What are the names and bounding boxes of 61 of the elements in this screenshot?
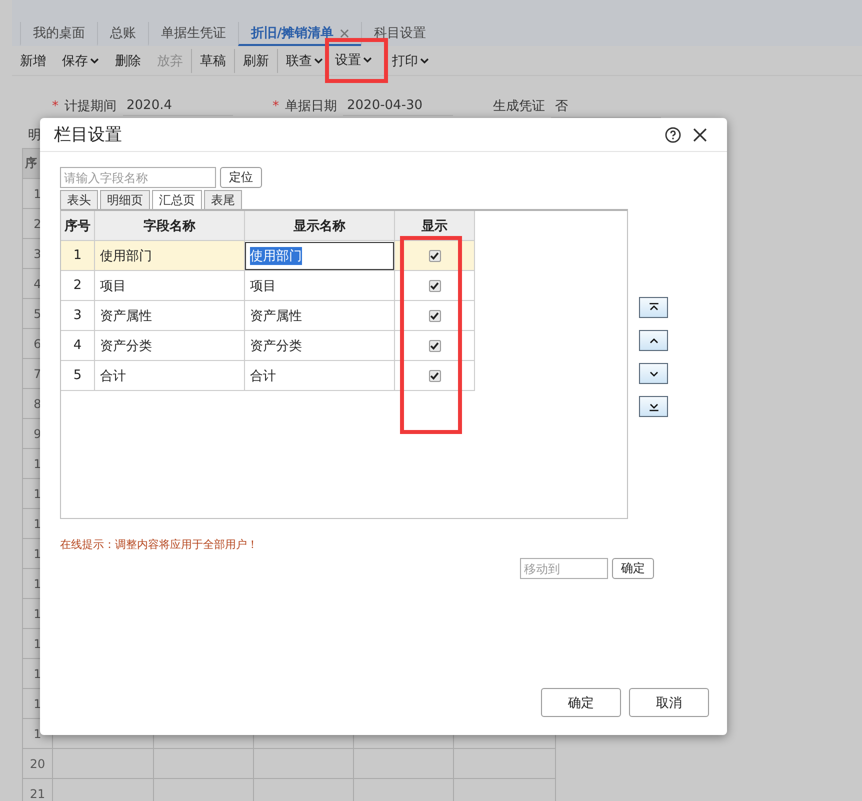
table-cell: 2 [61,271,95,301]
table-cell: 资产属性 [95,301,245,331]
dialog-button[interactable]: 确定 [541,688,621,717]
search-field[interactable]: 请输入字段名称 [60,167,216,188]
close-icon[interactable] [693,128,707,142]
tab[interactable]: 汇总页 [152,190,202,209]
table-cell: 使用部门 [95,241,245,271]
field-value[interactable]: 2020-04-30 [343,96,453,116]
table-cell: 3 [61,301,95,331]
field-label: 单据日期 [285,98,337,115]
tab[interactable]: 表头 [60,190,98,209]
required-mark: * [272,98,279,114]
locate-button[interactable]: 定位 [220,167,262,188]
table-cell: 资产分类 [245,331,395,361]
move-button[interactable] [639,330,668,351]
input-field[interactable]: 使用部门 [245,242,394,270]
move-button[interactable] [639,363,668,384]
table-cell: 项目 [95,271,245,301]
hint-text: 在线提示：调整内容将应用于全部用户！ [60,537,259,552]
table-cell: 1 [61,241,95,271]
move-button[interactable] [639,396,668,417]
table-cell: 资产属性 [245,301,395,331]
tab[interactable]: 明细页 [100,190,150,209]
table-cell: 资产分类 [95,331,245,361]
toolbar-button[interactable]: 刷新 [234,48,277,72]
caret-icon [363,57,372,63]
confirm-button[interactable]: 确定 [612,558,654,579]
toolbar-button[interactable]: 联查 [277,48,331,72]
column-header: 序号 [61,211,95,241]
column-header: 显示名称 [245,211,395,241]
table-cell: 合计 [95,361,245,391]
toolbar-button[interactable]: 新增 [12,48,54,72]
tab[interactable]: 表尾 [204,190,242,209]
required-mark: * [52,98,58,114]
caret-icon [314,58,323,64]
field-value[interactable]: 2020.4 [122,96,232,116]
checkbox[interactable] [428,370,440,382]
caret-icon [90,58,99,64]
column-header: 字段名称 [95,211,245,241]
checkbox[interactable] [428,310,440,322]
caret-icon [420,58,429,64]
move-button[interactable] [639,297,668,318]
help-icon[interactable] [665,126,681,142]
toolbar-button[interactable]: 保存 [54,48,107,72]
table-cell: 项目 [245,271,395,301]
table-cell: 合计 [245,361,395,391]
table-cell: 5 [61,361,95,391]
field-label: 生成凭证 [493,98,545,115]
move-to-field[interactable]: 移动到 [520,558,608,579]
row-number: 20 [23,749,53,779]
toolbar-button[interactable]: 草稿 [191,48,234,72]
section-label: 明 [28,128,41,143]
field-label: 计提期间 [64,98,116,115]
dialog-title: 栏目设置 [54,124,123,146]
checkbox[interactable] [428,340,440,352]
toolbar-button[interactable]: 设置 [325,38,388,83]
checkbox[interactable] [428,250,440,262]
dialog-button[interactable]: 取消 [629,688,709,717]
table-cell: 4 [61,331,95,361]
checkbox[interactable] [428,280,440,292]
toolbar-button[interactable]: 删除 [107,48,149,72]
